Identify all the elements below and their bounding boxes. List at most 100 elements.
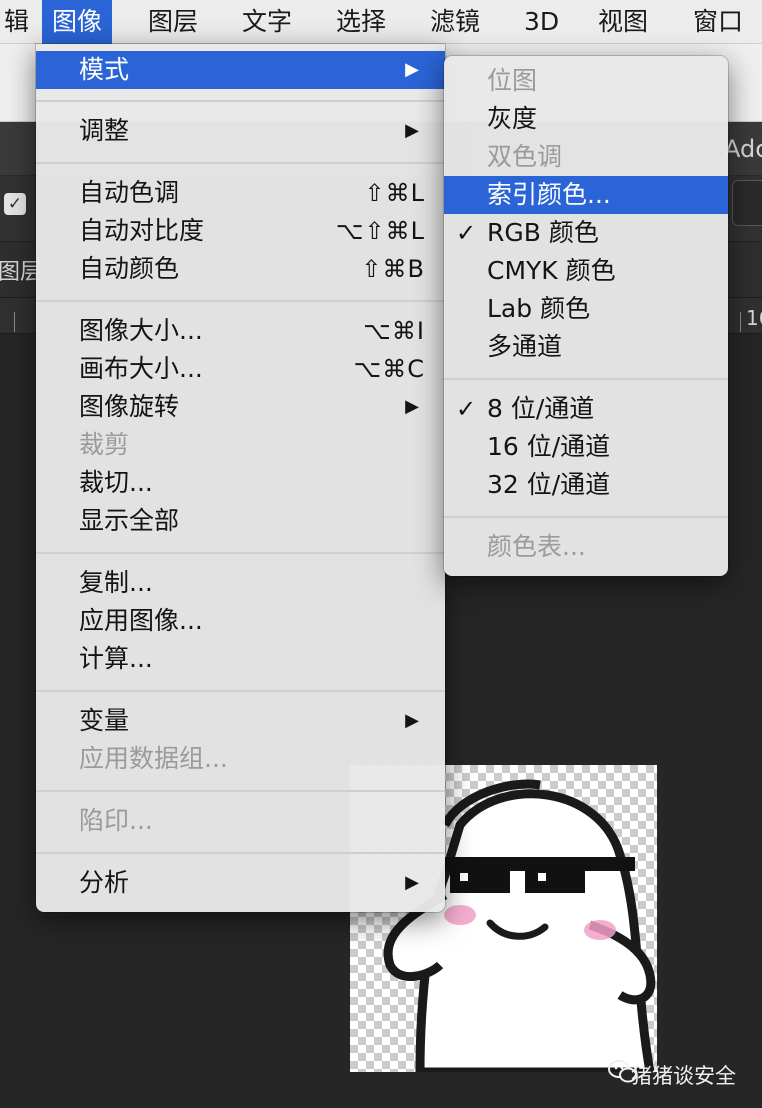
ruler-label: 16	[746, 306, 762, 330]
menu-separator	[444, 516, 728, 518]
mode-item-duotone: 双色调	[444, 138, 728, 176]
shortcut-text: ⇧⌘L	[364, 179, 425, 207]
menu-item-label: 陷印...	[79, 806, 153, 835]
mode-item-color-table: 颜色表...	[444, 528, 728, 566]
mode-item-cmyk-color[interactable]: CMYK 颜色	[444, 252, 728, 290]
menu-item-label: 裁剪	[79, 430, 130, 459]
mode-item-grayscale[interactable]: 灰度	[444, 100, 728, 138]
menu-item-label: CMYK 颜色	[487, 256, 616, 285]
adobe-label: Adc	[724, 135, 762, 163]
menu-item-label: 变量	[79, 706, 130, 735]
menu-bar: 辑 图像 图层 文字 选择 滤镜 3D 视图 窗口	[0, 0, 762, 44]
menu-item-label: 应用数据组...	[79, 744, 228, 773]
menu-item-adjustments[interactable]: 调整 ▶	[36, 112, 445, 150]
menu-item-label: 应用图像...	[79, 606, 203, 635]
menu-item-label: 计算...	[79, 644, 153, 673]
submenu-arrow-icon: ▶	[405, 710, 419, 731]
menu-item-label: RGB 颜色	[487, 218, 599, 247]
options-field[interactable]	[732, 180, 762, 226]
ruler-tick	[740, 312, 741, 332]
mode-item-16-bit[interactable]: 16 位/通道	[444, 428, 728, 466]
menu-separator	[36, 100, 445, 102]
mode-item-8-bit[interactable]: ✓ 8 位/通道	[444, 390, 728, 428]
menu-item-label: 调整	[79, 116, 130, 145]
menu-window[interactable]: 窗口	[683, 0, 753, 44]
mode-item-rgb-color[interactable]: ✓ RGB 颜色	[444, 214, 728, 252]
menu-item-image-size[interactable]: 图像大小... ⌥⌘I	[36, 312, 445, 350]
menu-item-duplicate[interactable]: 复制...	[36, 564, 445, 602]
menu-image[interactable]: 图像	[42, 0, 113, 44]
submenu-arrow-icon: ▶	[405, 872, 419, 893]
menu-item-image-rotation[interactable]: 图像旋转 ▶	[36, 388, 445, 426]
menu-separator	[36, 162, 445, 164]
menu-item-label: 分析	[79, 868, 130, 897]
menu-item-auto-tone[interactable]: 自动色调 ⇧⌘L	[36, 174, 445, 212]
watermark-text: 猪猪谈安全	[631, 1064, 736, 1088]
menu-item-label: 自动色调	[79, 178, 180, 207]
menu-item-label: 图像旋转	[79, 392, 180, 421]
submenu-arrow-icon: ▶	[405, 396, 419, 417]
image-menu-dropdown: 模式 ▶ 调整 ▶ 自动色调 ⇧⌘L 自动对比度 ⌥⇧⌘L 自动颜色 ⇧⌘B 图…	[36, 44, 445, 912]
menu-item-label: 灰度	[487, 104, 538, 133]
menu-select[interactable]: 选择	[326, 0, 396, 44]
menu-3d[interactable]: 3D	[514, 0, 569, 44]
menu-item-crop: 裁剪	[36, 426, 445, 464]
menu-item-label: 16 位/通道	[487, 432, 611, 461]
menu-item-trim[interactable]: 裁切...	[36, 464, 445, 502]
mode-item-multichannel[interactable]: 多通道	[444, 328, 728, 366]
menu-item-auto-contrast[interactable]: 自动对比度 ⌥⇧⌘L	[36, 212, 445, 250]
menu-item-analysis[interactable]: 分析 ▶	[36, 864, 445, 902]
menu-separator	[444, 378, 728, 380]
checkbox-icon[interactable]: ✓	[4, 193, 26, 215]
menu-item-label: 8 位/通道	[487, 394, 595, 423]
shortcut-text: ⌥⌘C	[353, 355, 425, 383]
menu-item-label: 索引颜色...	[487, 180, 611, 209]
menu-separator	[36, 300, 445, 302]
menu-item-label: Lab 颜色	[487, 294, 591, 323]
menu-item-label: 图像大小...	[79, 316, 203, 345]
menu-item-label: 多通道	[487, 332, 563, 361]
menu-item-apply-image[interactable]: 应用图像...	[36, 602, 445, 640]
mode-item-32-bit[interactable]: 32 位/通道	[444, 466, 728, 504]
menu-item-label: 位图	[487, 66, 538, 95]
menu-layer[interactable]: 图层	[138, 0, 208, 44]
menu-separator	[36, 690, 445, 692]
mode-submenu: 位图 灰度 双色调 索引颜色... ✓ RGB 颜色 CMYK 颜色 Lab 颜…	[444, 56, 728, 576]
menu-item-auto-color[interactable]: 自动颜色 ⇧⌘B	[36, 250, 445, 288]
menu-item-label: 自动对比度	[79, 216, 205, 245]
menu-separator	[36, 552, 445, 554]
menu-item-apply-data-set: 应用数据组...	[36, 740, 445, 778]
submenu-arrow-icon: ▶	[405, 59, 419, 80]
menu-separator	[36, 790, 445, 792]
menu-item-trap: 陷印...	[36, 802, 445, 840]
menu-item-reveal-all[interactable]: 显示全部	[36, 502, 445, 540]
menu-item-canvas-size[interactable]: 画布大小... ⌥⌘C	[36, 350, 445, 388]
mode-item-lab-color[interactable]: Lab 颜色	[444, 290, 728, 328]
menu-type[interactable]: 文字	[232, 0, 302, 44]
menu-filter[interactable]: 滤镜	[420, 0, 490, 44]
menu-item-label: 双色调	[487, 142, 563, 171]
menu-item-mode[interactable]: 模式 ▶	[36, 51, 445, 89]
menu-item-label: 复制...	[79, 568, 153, 597]
menu-item-label: 颜色表...	[487, 532, 586, 561]
menu-item-label: 画布大小...	[79, 354, 203, 383]
checkmark-icon: ✓	[456, 395, 477, 423]
mode-item-indexed-color[interactable]: 索引颜色...	[444, 176, 728, 214]
menu-item-label: 自动颜色	[79, 254, 180, 283]
shortcut-text: ⌥⌘I	[363, 317, 425, 345]
menu-item-calculations[interactable]: 计算...	[36, 640, 445, 678]
menu-item-variables[interactable]: 变量 ▶	[36, 702, 445, 740]
menu-separator	[36, 852, 445, 854]
menu-item-label: 裁切...	[79, 468, 153, 497]
menu-item-label: 模式	[79, 55, 130, 84]
shortcut-text: ⇧⌘B	[361, 255, 425, 283]
shortcut-text: ⌥⇧⌘L	[335, 217, 425, 245]
menu-item-label: 显示全部	[79, 506, 180, 535]
menu-edit[interactable]: 辑	[0, 0, 39, 44]
submenu-arrow-icon: ▶	[405, 120, 419, 141]
menu-view[interactable]: 视图	[588, 0, 658, 44]
mode-item-bitmap: 位图	[444, 62, 728, 100]
checkmark-icon: ✓	[456, 219, 477, 247]
menu-item-label: 32 位/通道	[487, 470, 611, 499]
ruler-tick	[14, 312, 15, 332]
